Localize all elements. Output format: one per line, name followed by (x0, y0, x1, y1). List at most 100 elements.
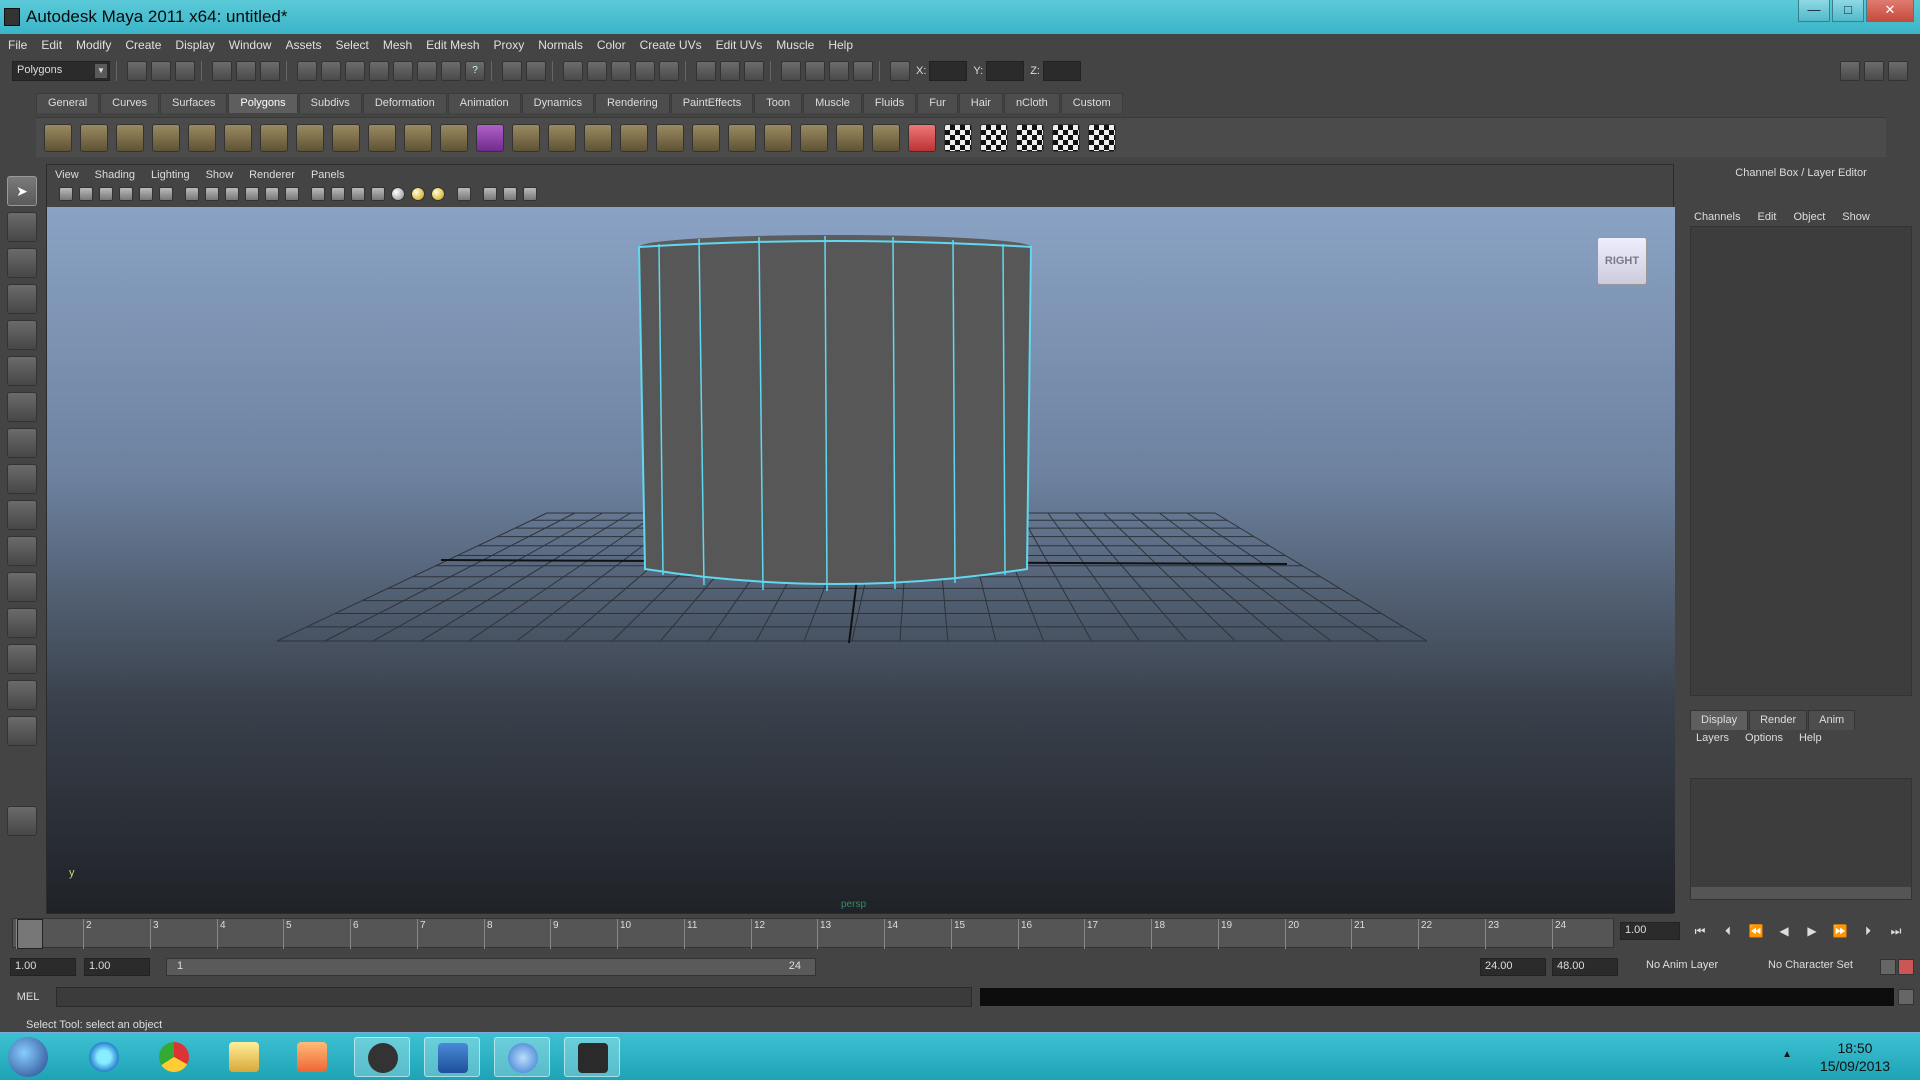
poly-cylinder[interactable] (637, 235, 1033, 592)
viewcube[interactable]: RIGHT (1597, 237, 1647, 285)
snap-to-grids-icon[interactable] (563, 61, 583, 81)
attribute-editor-toggle-icon[interactable] (1840, 61, 1860, 81)
taskbar-itunes[interactable] (494, 1037, 550, 1077)
taskbar-media-player[interactable] (284, 1037, 340, 1077)
panel-menu-renderer[interactable]: Renderer (249, 169, 295, 181)
lock-selection-icon[interactable] (502, 61, 522, 81)
menu-display[interactable]: Display (175, 38, 214, 52)
xray-joints-icon[interactable] (503, 187, 517, 201)
select-misc-icon[interactable]: ? (465, 61, 485, 81)
split-polygon-icon[interactable] (620, 123, 648, 152)
shelf-tab-hair[interactable]: Hair (958, 93, 1003, 113)
shelf-tab-deformation[interactable]: Deformation (362, 93, 447, 113)
shelf-tab-rendering[interactable]: Rendering (594, 93, 670, 113)
select-by-object-icon[interactable] (236, 61, 256, 81)
panel-menu-shading[interactable]: Shading (95, 169, 135, 181)
open-scene-icon[interactable] (151, 61, 171, 81)
panel-menu-view[interactable]: View (55, 169, 79, 181)
scale-tool-icon[interactable] (7, 356, 37, 386)
step-forward-frame-icon[interactable]: ⏵ (1858, 924, 1878, 942)
smooth-shade-icon[interactable] (331, 187, 345, 201)
end-time-field[interactable]: 48.00 (1552, 958, 1618, 976)
separate-icon[interactable] (404, 123, 432, 152)
anim-layer-dropdown[interactable]: No Anim Layer (1642, 958, 1758, 976)
poly-cylinder-icon[interactable] (116, 123, 144, 152)
character-set-dropdown[interactable]: No Character Set (1764, 958, 1874, 976)
rotate-tool-icon[interactable] (7, 320, 37, 350)
menu-color[interactable]: Color (597, 38, 626, 52)
wireframe-on-shaded-icon[interactable] (351, 187, 365, 201)
select-tool-icon[interactable]: ➤ (7, 176, 37, 206)
shelf-tab-general[interactable]: General (36, 93, 100, 113)
panel-menu-lighting[interactable]: Lighting (151, 169, 190, 181)
snap-to-curves-icon[interactable] (587, 61, 607, 81)
select-by-component-icon[interactable] (260, 61, 280, 81)
snap-to-points-icon[interactable] (611, 61, 631, 81)
bevel-icon[interactable] (692, 123, 720, 152)
bridge-icon[interactable] (548, 123, 576, 152)
menu-edit-mesh[interactable]: Edit Mesh (426, 38, 479, 52)
toolbox-maya-icon[interactable] (7, 806, 37, 836)
tray-expand-icon[interactable]: ▲ (1782, 1049, 1792, 1060)
triangulate-icon[interactable] (800, 123, 828, 152)
range-slider[interactable]: 1 24 (166, 958, 816, 976)
save-scene-icon[interactable] (175, 61, 195, 81)
layer-list-area[interactable] (1690, 778, 1912, 900)
hypershade-persp-layout-icon[interactable] (7, 680, 37, 710)
grid-icon[interactable] (185, 187, 199, 201)
z-field[interactable] (1042, 61, 1081, 81)
playback-end-field[interactable]: 24.00 (1480, 958, 1546, 976)
play-backwards-icon[interactable]: ◀ (1774, 924, 1794, 942)
automatic-mapping-icon[interactable] (1052, 123, 1080, 152)
menu-create-uvs[interactable]: Create UVs (640, 38, 702, 52)
grease-pencil-icon[interactable] (159, 187, 173, 201)
two-d-pan-zoom-icon[interactable] (139, 187, 153, 201)
paint-select-tool-icon[interactable] (7, 248, 37, 278)
animation-preferences-icon[interactable] (1898, 959, 1914, 975)
mel-input-field[interactable] (56, 987, 972, 1007)
shelf-tab-animation[interactable]: Animation (447, 93, 521, 113)
select-surfaces-icon[interactable] (369, 61, 389, 81)
four-view-layout-icon[interactable] (7, 572, 37, 602)
universal-manipulator-icon[interactable] (7, 392, 37, 422)
poly-soccer-ball-icon[interactable] (332, 123, 360, 152)
menu-help[interactable]: Help (828, 38, 853, 52)
tool-settings-toggle-icon[interactable] (1864, 61, 1884, 81)
render-current-frame-icon[interactable] (805, 61, 825, 81)
play-forwards-icon[interactable]: ▶ (1802, 924, 1822, 942)
new-scene-icon[interactable] (127, 61, 147, 81)
construction-history-icon[interactable] (744, 61, 764, 81)
channel-box-area[interactable] (1690, 226, 1912, 696)
resolution-gate-icon[interactable] (225, 187, 239, 201)
wireframe-icon[interactable] (311, 187, 325, 201)
select-rendering-icon[interactable] (441, 61, 461, 81)
bookmarks-icon[interactable] (99, 187, 113, 201)
layer-tab-render[interactable]: Render (1749, 710, 1808, 730)
shelf-tab-dynamics[interactable]: Dynamics (521, 93, 594, 113)
system-clock[interactable]: 18:50 15/09/2013 (1820, 1039, 1890, 1075)
start-time-field[interactable]: 1.00 (10, 958, 76, 976)
shelf-tab-custom[interactable]: Custom (1060, 93, 1123, 113)
persp-graph-hypergraph-layout-icon[interactable] (7, 716, 37, 746)
high-quality-icon[interactable] (431, 187, 445, 201)
planar-mapping-icon[interactable] (944, 123, 972, 152)
layer-list-scrollbar[interactable] (1691, 887, 1911, 899)
auto-key-icon[interactable] (1880, 959, 1896, 975)
current-frame-field[interactable]: 1.00 (1620, 922, 1680, 940)
film-gate-icon[interactable] (205, 187, 219, 201)
cb-menu-object[interactable]: Object (1793, 211, 1825, 223)
safe-action-icon[interactable] (285, 187, 299, 201)
playback-start-field[interactable]: 1.00 (84, 958, 150, 976)
persp-graph-layout-icon[interactable] (7, 644, 37, 674)
smooth-icon[interactable] (440, 123, 468, 152)
select-by-hierarchy-icon[interactable] (212, 61, 232, 81)
shelf-tab-fur[interactable]: Fur (917, 93, 958, 113)
step-back-key-icon[interactable]: ⏪ (1746, 924, 1766, 942)
snap-to-view-planes-icon[interactable] (635, 61, 655, 81)
panel-menu-show[interactable]: Show (206, 169, 234, 181)
menu-select[interactable]: Select (335, 38, 368, 52)
layer-tab-anim[interactable]: Anim (1808, 710, 1856, 730)
uv-texture-editor-icon[interactable] (1088, 123, 1116, 152)
sculpt-geometry-icon[interactable] (908, 123, 936, 152)
close-button[interactable]: ✕ (1866, 0, 1914, 22)
